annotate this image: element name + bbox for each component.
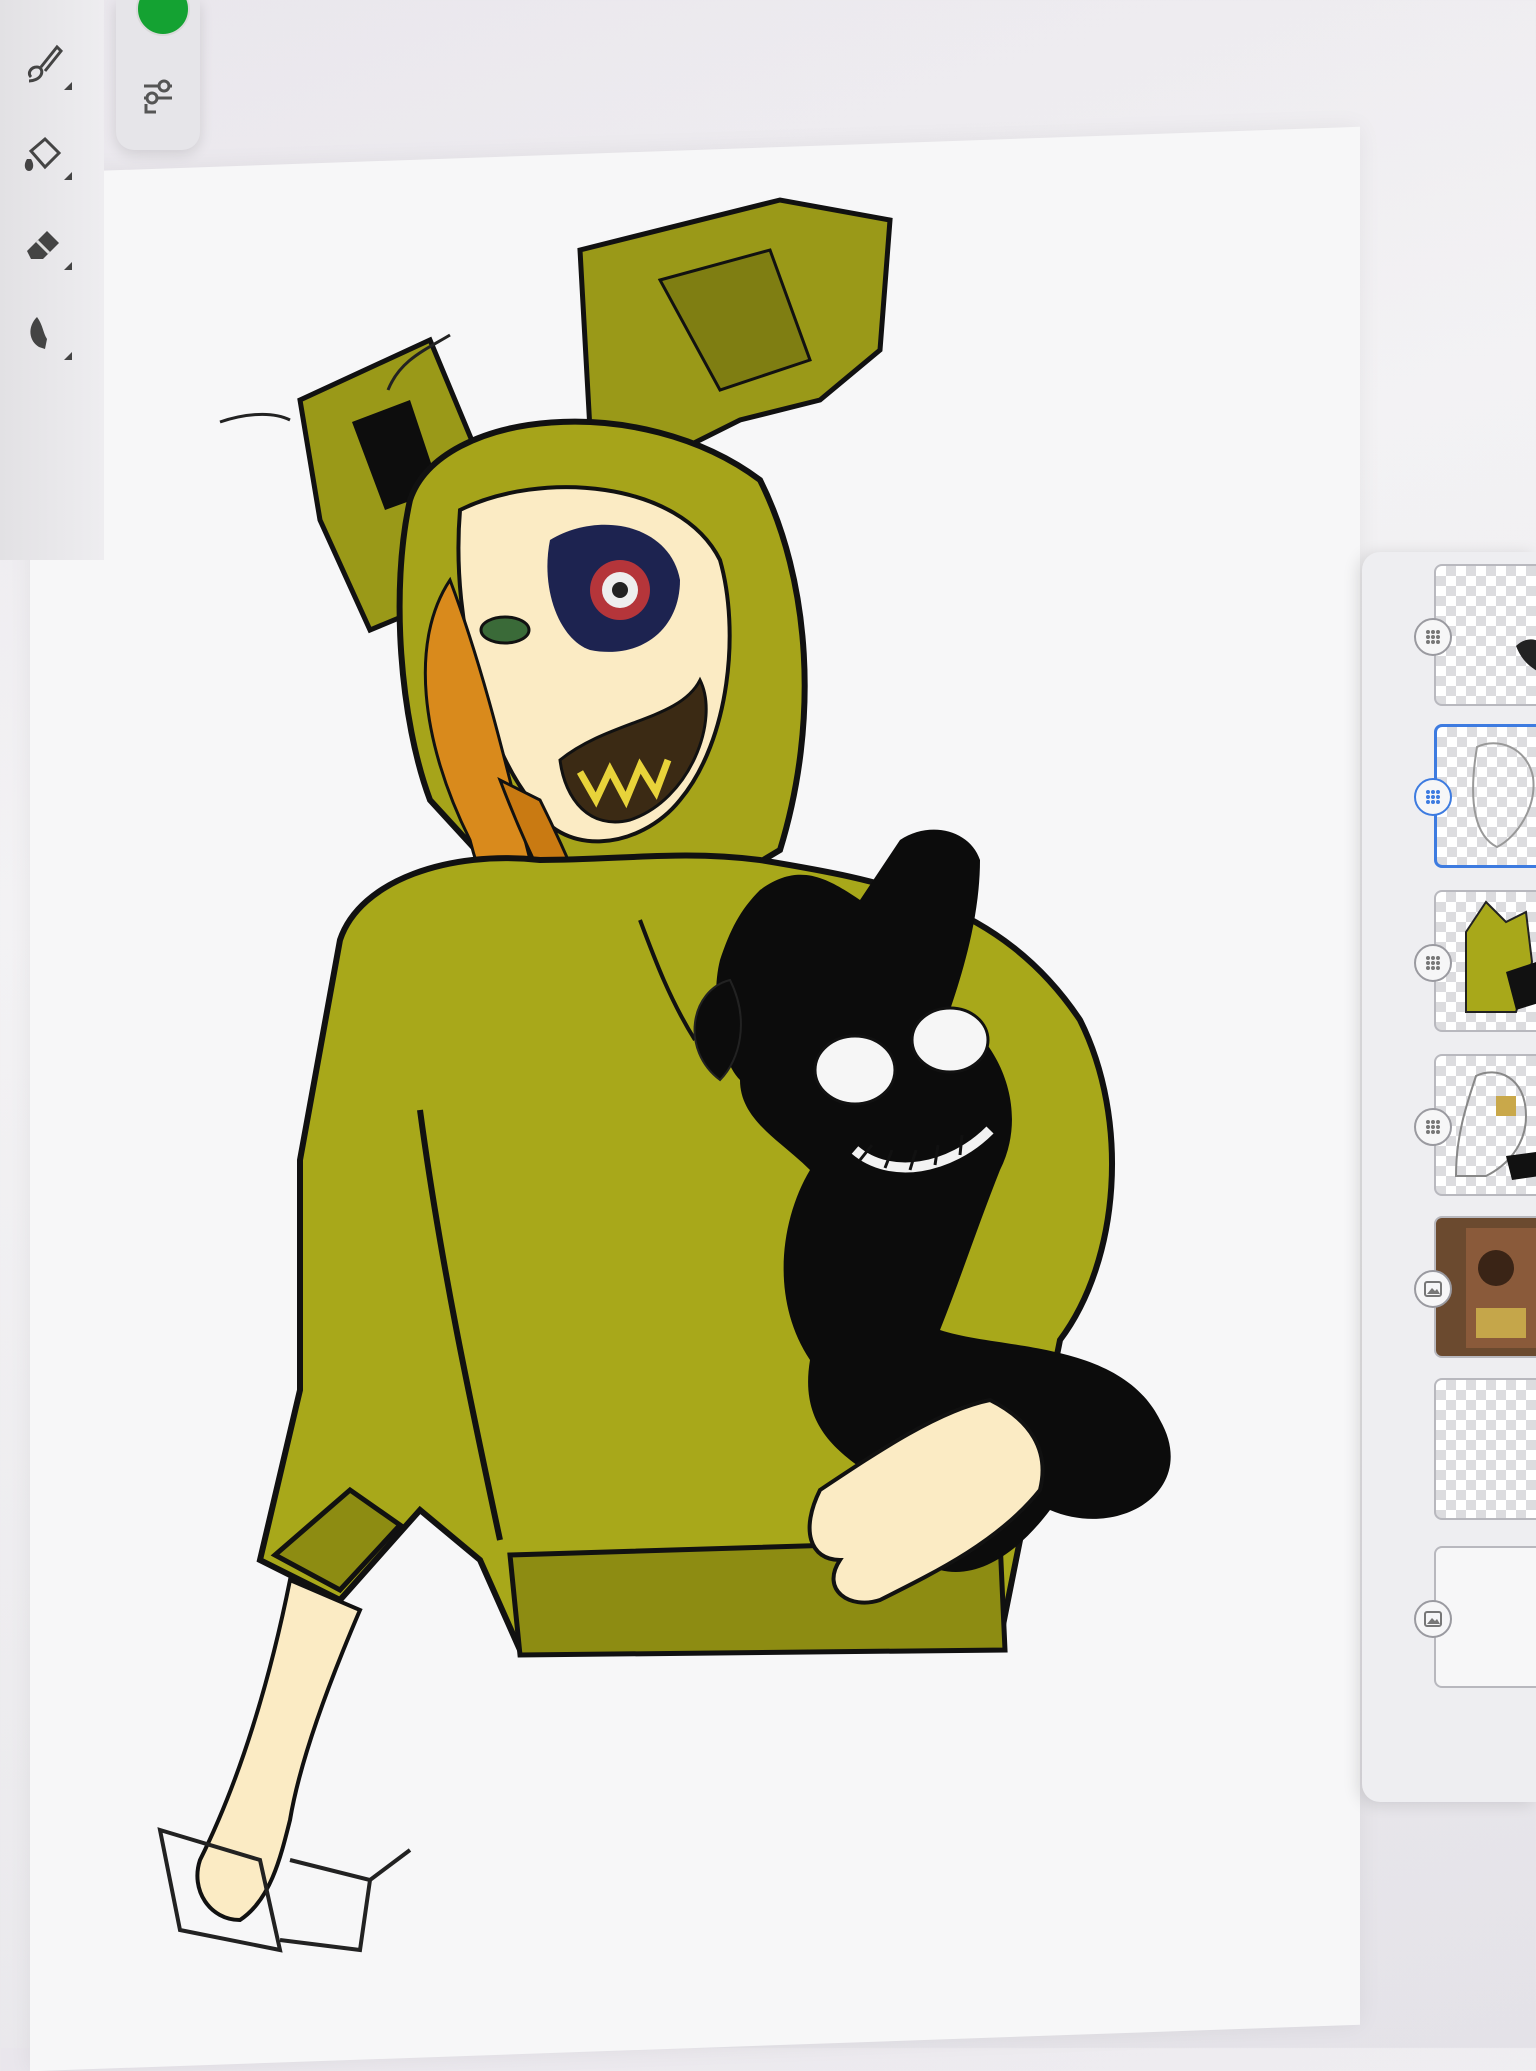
grid-icon (1426, 630, 1440, 644)
layer-group-icon[interactable] (1414, 1108, 1452, 1146)
adjustments-button[interactable] (130, 66, 186, 122)
smudge-icon (30, 317, 47, 349)
layer-group-icon[interactable] (1414, 618, 1452, 656)
grid-icon (1426, 790, 1440, 804)
tool-rail (0, 0, 104, 560)
artwork (157, 197, 1171, 1953)
layer-row[interactable] (1362, 552, 1536, 710)
brush-tool[interactable] (10, 30, 76, 96)
layers-panel (1362, 552, 1536, 1802)
layer-row[interactable] (1362, 1366, 1536, 1524)
layer-thumbnail[interactable] (1434, 1378, 1536, 1520)
drawing-app (0, 0, 1536, 2071)
tool-options-indicator (64, 82, 72, 90)
tool-options-indicator (64, 172, 72, 180)
layer-row[interactable] (1362, 1534, 1536, 1692)
fill-tool[interactable] (10, 120, 76, 186)
layer-group-icon[interactable] (1414, 944, 1452, 982)
smudge-tool[interactable] (10, 300, 76, 366)
layer-group-icon[interactable] (1414, 778, 1452, 816)
layer-row[interactable] (1362, 1204, 1536, 1362)
tool-options-indicator (64, 262, 72, 270)
paintbrush-icon (27, 44, 64, 83)
layer-row[interactable] (1362, 1042, 1536, 1200)
active-color-swatch[interactable] (136, 0, 190, 36)
image-icon (1424, 1281, 1442, 1297)
layer-row[interactable] (1362, 712, 1536, 870)
eraser-icon (27, 231, 59, 259)
eraser-tool[interactable] (10, 210, 76, 276)
side-panel (116, 0, 200, 150)
tool-options-indicator (64, 352, 72, 360)
grid-icon (1426, 1120, 1440, 1134)
sliders-icon (144, 79, 172, 114)
image-layer-icon[interactable] (1414, 1270, 1452, 1308)
paint-bucket-icon (24, 136, 62, 171)
image-icon (1424, 1611, 1442, 1627)
image-layer-icon[interactable] (1414, 1600, 1452, 1638)
layer-row[interactable] (1362, 878, 1536, 1036)
grid-icon (1426, 956, 1440, 970)
